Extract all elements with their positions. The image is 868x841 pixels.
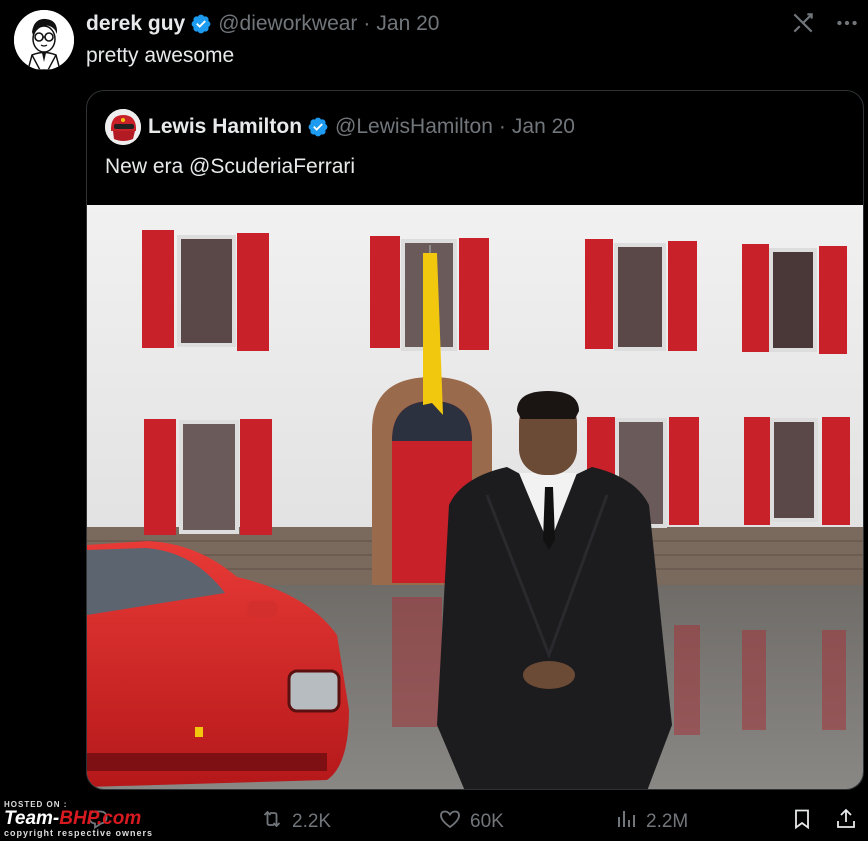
bookmark-icon bbox=[790, 807, 814, 837]
author-display-name[interactable]: derek guy bbox=[86, 12, 185, 36]
quoted-tweet-date[interactable]: Jan 20 bbox=[512, 115, 575, 139]
bookmark-button[interactable] bbox=[790, 806, 814, 838]
watermark-brand-part1: Team- bbox=[4, 808, 60, 829]
verified-badge-icon bbox=[190, 13, 212, 35]
author-row: derek guy @dieworkwear · Jan 20 bbox=[86, 10, 439, 38]
quoted-author-display-name[interactable]: Lewis Hamilton bbox=[148, 115, 302, 139]
more-icon[interactable] bbox=[834, 10, 860, 36]
quoted-author-handle[interactable]: @LewisHamilton bbox=[335, 115, 493, 139]
watermark-copyright: copyright respective owners bbox=[4, 828, 154, 838]
share-button[interactable] bbox=[834, 806, 858, 838]
watermark: HOSTED ON : Team-BHP.com copyright respe… bbox=[4, 800, 194, 840]
repost-button[interactable]: 2.2K bbox=[260, 806, 331, 838]
separator-dot: · bbox=[498, 115, 506, 138]
quoted-author-avatar bbox=[105, 109, 141, 145]
tweet-action-bar: 2.2K 60K 2.2M bbox=[86, 806, 864, 838]
repost-count: 2.2K bbox=[292, 811, 332, 832]
tweet-date[interactable]: Jan 20 bbox=[376, 12, 439, 36]
author-avatar[interactable] bbox=[14, 10, 74, 70]
like-count: 60K bbox=[470, 811, 504, 832]
quoted-tweet-text: New era @ScuderiaFerrari bbox=[105, 155, 356, 178]
quoted-tweet-card[interactable]: Lewis Hamilton @LewisHamilton · Jan 20 N… bbox=[86, 90, 864, 790]
tweet-top-actions bbox=[790, 10, 860, 36]
author-handle[interactable]: @dieworkwear bbox=[218, 12, 357, 36]
views-button[interactable]: 2.2M bbox=[614, 806, 688, 838]
watermark-logo: Team-BHP.com bbox=[4, 809, 194, 828]
heart-icon bbox=[438, 807, 462, 837]
quoted-tweet-photo[interactable] bbox=[87, 205, 863, 789]
tweet-text: pretty awesome bbox=[86, 44, 235, 67]
like-button[interactable]: 60K bbox=[438, 806, 504, 838]
separator-dot: · bbox=[363, 12, 371, 35]
repost-icon bbox=[260, 807, 284, 837]
grok-icon[interactable] bbox=[790, 10, 816, 36]
share-icon bbox=[834, 807, 858, 837]
verified-badge-icon bbox=[307, 116, 329, 138]
quoted-author-row: Lewis Hamilton @LewisHamilton · Jan 20 bbox=[105, 109, 575, 145]
views-icon bbox=[614, 807, 638, 837]
views-count: 2.2M bbox=[646, 811, 689, 832]
watermark-brand-part2: BHP.com bbox=[59, 808, 142, 829]
